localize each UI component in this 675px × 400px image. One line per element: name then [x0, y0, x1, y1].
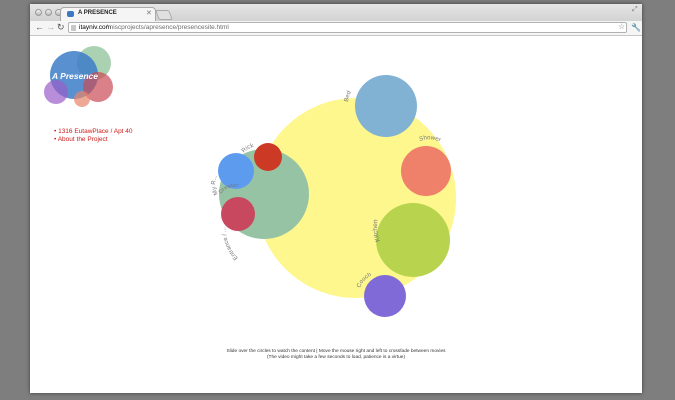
- address-bar[interactable]: itayniv.com /miscprojects/apresence/pres…: [68, 22, 627, 33]
- circle-bed[interactable]: [355, 75, 417, 137]
- circle-kitchen[interactable]: [376, 203, 450, 277]
- browser-window: A PRESENCE ✕ ⤢ ← → ↻ itayniv.com /miscpr…: [30, 4, 642, 393]
- browser-tab[interactable]: A PRESENCE ✕: [60, 7, 156, 21]
- bookmark-star-icon[interactable]: ☆: [618, 22, 625, 31]
- instruction-text: Slide over the circles to watch the cont…: [226, 349, 446, 354]
- label-my-room: My R...: [211, 174, 220, 196]
- circle-visualization: Bed Shower Kitchen Couch My R... Rick Dr…: [211, 75, 456, 317]
- forward-arrow-icon[interactable]: →: [46, 22, 55, 33]
- tab-title: A PRESENCE: [78, 10, 117, 16]
- fullscreen-icon[interactable]: ⤢: [632, 6, 638, 14]
- circle-rick[interactable]: [254, 143, 282, 171]
- instruction-note: (The video might take a few seconds to l…: [266, 355, 406, 360]
- title-bar: A PRESENCE ✕ ⤢: [30, 4, 642, 21]
- back-arrow-icon[interactable]: ←: [35, 22, 44, 33]
- minimize-window-button[interactable]: [45, 9, 52, 16]
- page-content: A Presence • 1316 EutawPlace / Apt 40 • …: [30, 36, 642, 393]
- circle-dresser[interactable]: [221, 197, 255, 231]
- page-favicon-icon: [67, 11, 74, 17]
- wrench-icon[interactable]: 🔧: [631, 23, 641, 32]
- page-icon: [71, 25, 76, 31]
- circle-couch[interactable]: [364, 275, 406, 317]
- circle-shower[interactable]: [401, 146, 451, 196]
- new-tab-button[interactable]: [155, 10, 173, 20]
- label-entrance: Entrance / ...: [221, 227, 239, 261]
- url-path: /miscprojects/apresence/presencesite.htm…: [106, 24, 229, 31]
- close-window-button[interactable]: [35, 9, 42, 16]
- toolbar: ← → ↻ itayniv.com /miscprojects/apresenc…: [30, 21, 642, 36]
- tab-close-icon[interactable]: ✕: [146, 9, 152, 17]
- reload-icon[interactable]: ↻: [57, 22, 65, 33]
